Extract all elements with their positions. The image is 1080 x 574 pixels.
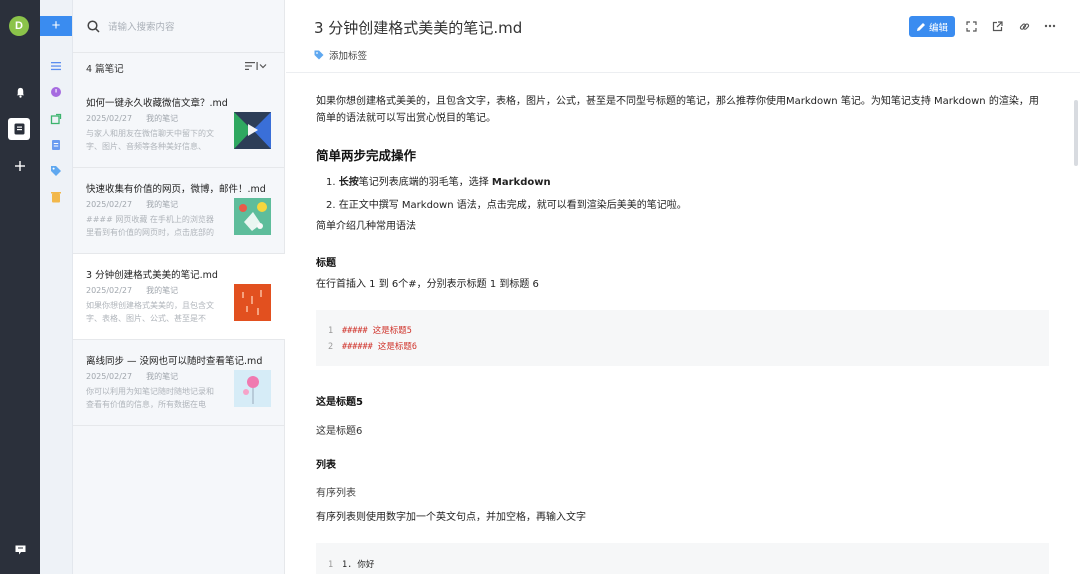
note-thumbnail <box>234 370 271 407</box>
code-line: 1 1. 你好 <box>328 560 375 570</box>
intro2-paragraph: 简单介绍几种常用语法 <box>316 221 416 232</box>
note-list: 请输入搜索内容 4 篇笔记 如何一键永久收藏微信文章？.md 2025/02/2… <box>73 0 285 574</box>
heading-title-section: 标题 <box>316 258 336 269</box>
note-item-selected[interactable]: 3 分钟创建格式美美的笔记.md 2025/02/27 我的笔记 如果你想创建格式… <box>73 254 285 340</box>
fullscreen-icon[interactable] <box>964 19 978 33</box>
note-thumbnail <box>234 198 271 235</box>
trash-icon[interactable] <box>50 191 62 203</box>
sort-button[interactable] <box>245 61 267 74</box>
new-note-button[interactable]: + <box>40 16 72 36</box>
note-snippet: 与家人和朋友在微信聊天中留下的文字、图片、音频等各种美好信息、需... <box>86 129 214 151</box>
note-snippet: #### 网页收藏 在手机上的浏览器里看到有价值的网页时，点击底部的 **... <box>86 215 214 237</box>
share-icon[interactable] <box>50 113 62 125</box>
code-line: 2 ###### 这是标题6 <box>328 342 417 352</box>
note-title: 如何一键永久收藏微信文章？.md <box>86 98 228 109</box>
note-title: 3 分钟创建格式美美的笔记.md <box>86 270 218 281</box>
search-box[interactable]: 请输入搜索内容 <box>87 16 277 36</box>
note-thumbnail <box>234 284 271 321</box>
more-icon[interactable] <box>1043 19 1057 33</box>
code-block: 1 1. 你好 <box>316 543 1049 574</box>
edit-button[interactable]: 编辑 <box>909 16 955 37</box>
list-item-1: 1. 长按笔记列表底端的羽毛笔，选择 Markdown <box>326 177 551 188</box>
note-item[interactable]: 快速收集有价值的网页，微博，邮件！.md 2025/02/27 我的笔记 ####… <box>73 168 285 254</box>
add-icon[interactable] <box>10 156 30 176</box>
list-header: 4 篇笔记 <box>73 52 285 82</box>
editor-pane: 3 分钟创建格式美美的笔记.md 编辑 添加标签 如果你想创建格式美美的，且包含… <box>286 0 1080 574</box>
avatar[interactable]: D <box>9 16 29 36</box>
sort-icon <box>245 62 267 70</box>
tag-icon[interactable] <box>50 165 62 177</box>
link-icon[interactable] <box>1017 19 1031 33</box>
tag-icon <box>314 50 324 60</box>
pencil-icon <box>916 22 925 31</box>
note-item[interactable]: 如何一键永久收藏微信文章？.md 2025/02/27 我的笔记 与家人和朋友在微… <box>73 82 285 168</box>
app-window: D + 请输入搜索内容 4 篇笔记 如何一键永久收藏微信文章？.md 2025/… <box>0 0 1080 574</box>
note-title: 离线同步 — 没网也可以随时查看笔记.md <box>86 356 263 367</box>
note-meta: 2025/02/27 我的笔记 <box>86 372 179 381</box>
search-icon <box>87 19 100 33</box>
document-icon[interactable] <box>50 139 62 151</box>
list-icon[interactable] <box>50 60 62 72</box>
scrollbar[interactable] <box>1074 100 1078 166</box>
note-meta: 2025/02/27 我的笔记 <box>86 286 179 295</box>
code-line: 1 ##### 这是标题5 <box>328 326 412 336</box>
note-snippet: 如果你想创建格式美美的，且包含文字、表格、图片、公式、甚至是不同... <box>86 301 214 323</box>
note-item[interactable]: 离线同步 — 没网也可以随时查看笔记.md 2025/02/27 我的笔记 你可以… <box>73 340 285 426</box>
left-rail: D <box>0 0 40 574</box>
open-external-icon[interactable] <box>990 19 1004 33</box>
document-title: 3 分钟创建格式美美的笔记.md <box>314 19 523 37</box>
heading-description: 在行首插入 1 到 6个#，分别表示标题 1 到标题 6 <box>316 279 539 290</box>
clock-icon[interactable] <box>50 86 62 98</box>
ordered-list-heading: 有序列表 <box>316 488 356 499</box>
heading-steps: 简单两步完成操作 <box>316 148 417 163</box>
notes-icon[interactable] <box>8 118 30 140</box>
list-item-2: 2. 在正文中撰写 Markdown 语法，点击完成，就可以看到渲染后美美的笔记… <box>326 200 687 211</box>
note-count: 4 篇笔记 <box>86 64 124 75</box>
bell-icon[interactable] <box>10 82 30 102</box>
note-meta: 2025/02/27 我的笔记 <box>86 200 179 209</box>
note-thumbnail <box>234 112 271 149</box>
rendered-h6: 这是标题6 <box>316 426 363 437</box>
note-title: 快速收集有价值的网页，微博，邮件！.md <box>86 184 266 195</box>
message-icon[interactable] <box>10 540 30 560</box>
folder-column: + <box>40 0 73 574</box>
intro-paragraph: 如果你想创建格式美美的，且包含文字，表格，图片，公式，甚至是不同型号标题的笔记，… <box>316 96 1039 124</box>
rendered-h5: 这是标题5 <box>316 397 363 408</box>
divider <box>286 72 1080 73</box>
note-meta: 2025/02/27 我的笔记 <box>86 114 179 123</box>
search-input[interactable]: 请输入搜索内容 <box>108 19 175 33</box>
code-block: 1 ##### 这是标题5 2 ###### 这是标题6 <box>316 310 1049 366</box>
heading-list-section: 列表 <box>316 460 336 471</box>
note-snippet: 你可以利用为知笔记随时随地记录和查看有价值的信息，所有数据在电脑、... <box>86 387 214 409</box>
add-tag-button[interactable]: 添加标签 <box>314 48 367 62</box>
ordered-list-description: 有序列表则使用数字加一个英文句点，并加空格，再输入文字 <box>316 512 586 523</box>
